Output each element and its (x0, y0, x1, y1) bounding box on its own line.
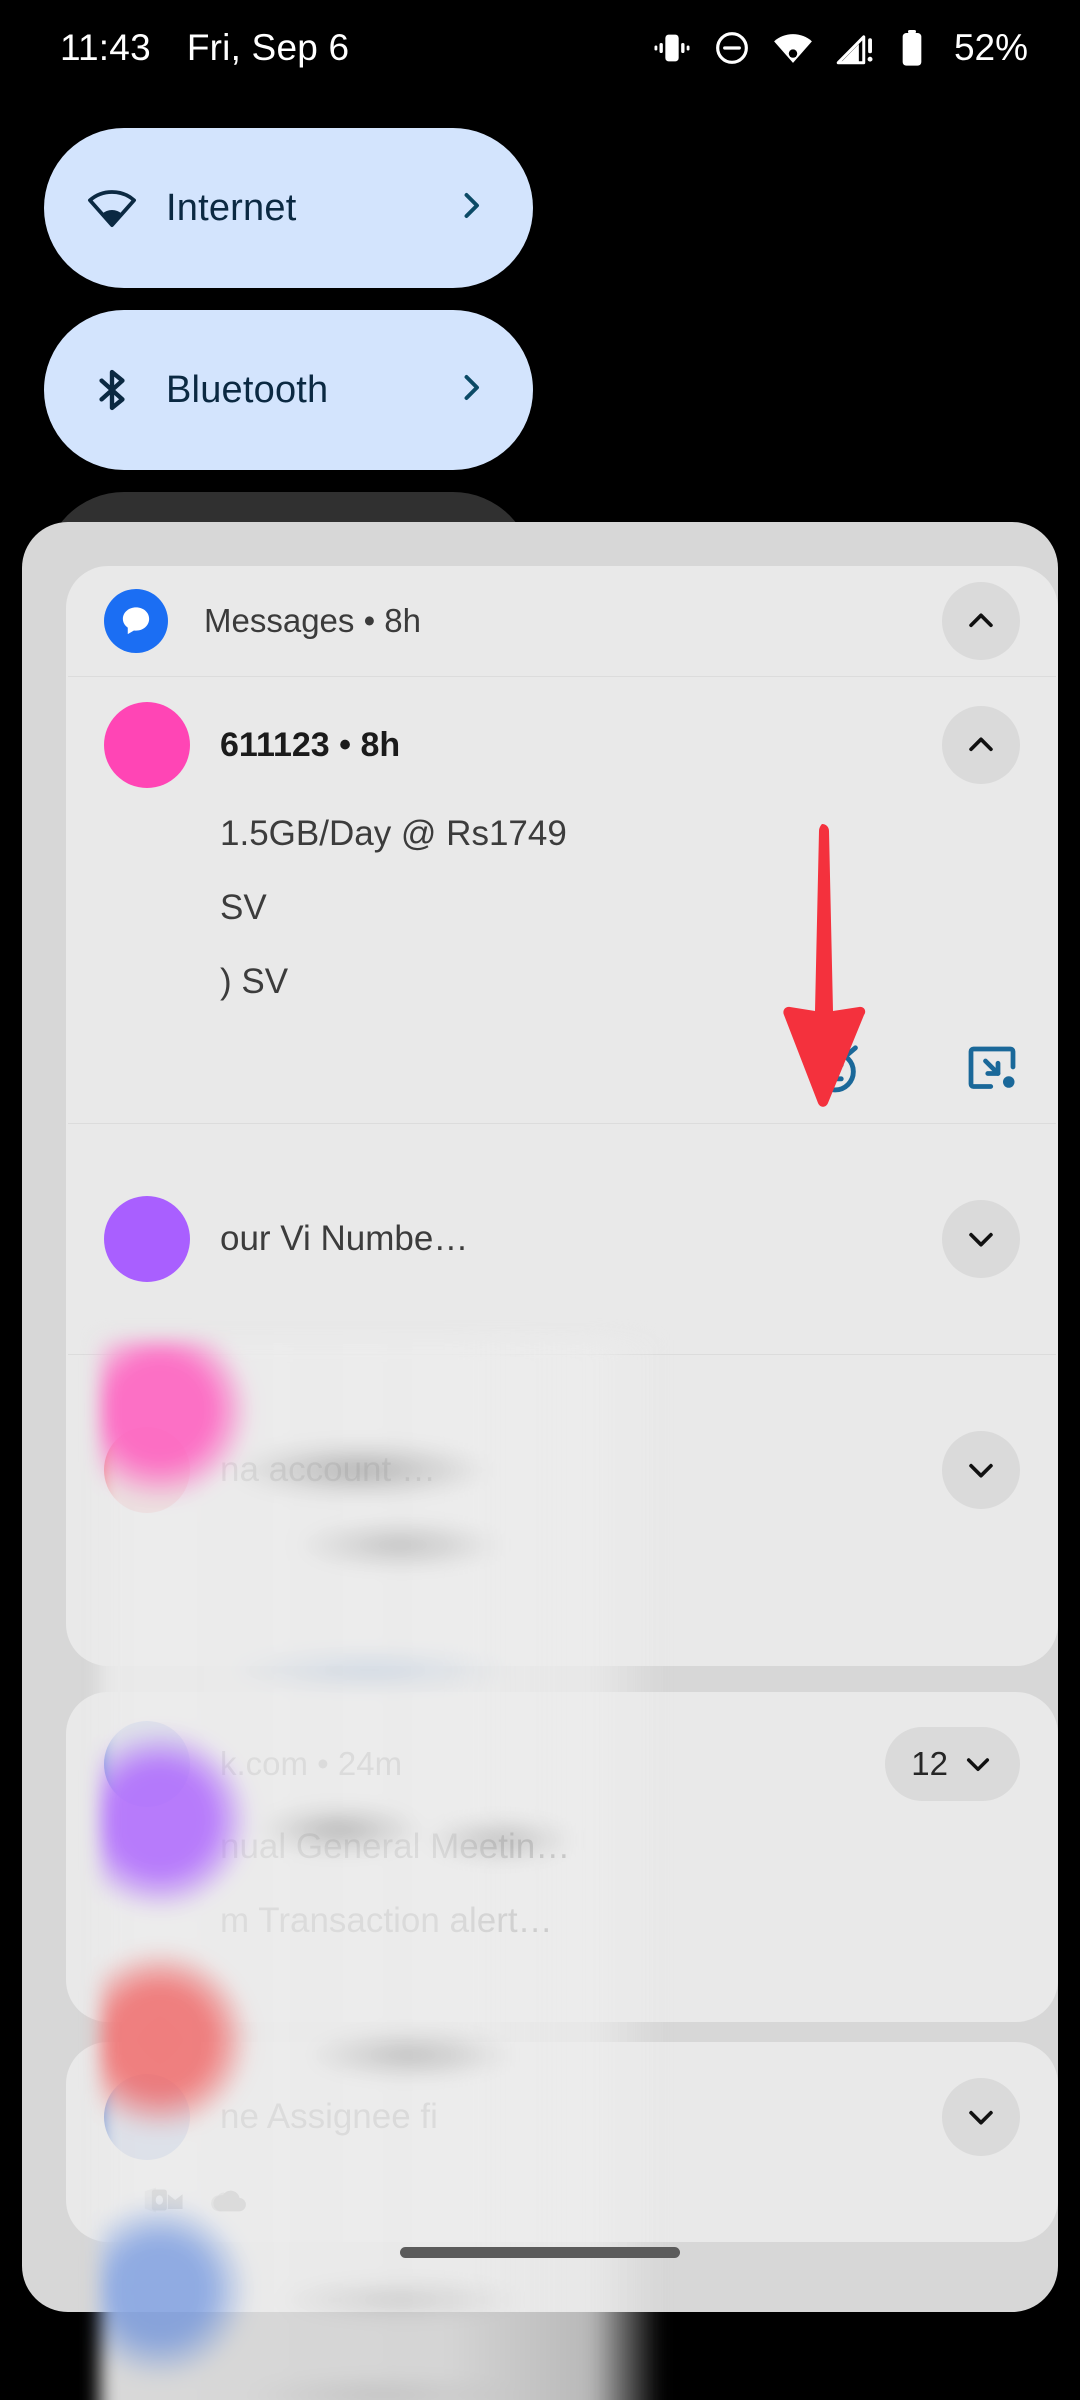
notification-item-611123[interactable]: 611123 • 8h 1.5GB/Day @ Rs1749 SV ) SV (66, 677, 1058, 1123)
notification-preview: our Vi Numbe… (220, 1219, 469, 1258)
group-header-messages[interactable]: Messages • 8h (66, 566, 1058, 676)
status-bar-right: 52% (652, 27, 1028, 69)
bubble-icon[interactable] (962, 1037, 1022, 1099)
status-date: Fri, Sep 6 (186, 27, 350, 68)
notification-line: 1.5GB/Day @ Rs1749 (220, 814, 567, 853)
qs-tile-bluetooth[interactable]: Bluetooth (44, 310, 533, 470)
expand-notification-button[interactable] (942, 1200, 1020, 1278)
battery-icon (902, 30, 922, 66)
notification-preview: ne Assignee fi (220, 2097, 438, 2136)
chevron-right-icon[interactable] (453, 188, 489, 229)
avatar (104, 702, 190, 788)
group-header-label: Messages • 8h (204, 602, 421, 639)
avatar (104, 1427, 190, 1513)
notification-count-badge: 12 (911, 1745, 948, 1782)
notification-item-account[interactable]: na account … (66, 1355, 1058, 1585)
avatar (104, 2074, 190, 2160)
messages-icon (104, 589, 168, 653)
notification-line: SV (220, 888, 267, 927)
annotation-arrow-icon (783, 824, 866, 1107)
notification-item-vi-number[interactable]: our Vi Numbe… (66, 1124, 1058, 1354)
avatar (104, 1196, 190, 1282)
notification-header: 611123 • 8h (104, 693, 1020, 797)
notification-shade: Messages • 8h 611123 • 8h 1.5GB/Day @ Rs… (22, 522, 1058, 2400)
notification-title: k.com • 24m (220, 1745, 403, 1782)
notification-title: 611123 • 8h (220, 725, 401, 764)
bluetooth-icon (86, 364, 138, 416)
notification-body: 1.5GB/Day @ Rs1749 SV ) SV (104, 797, 1020, 1019)
expand-group-button[interactable]: 12 (885, 1727, 1020, 1801)
status-bar: 11:43 Fri, Sep 6 52% (0, 0, 1080, 96)
collapse-notification-button[interactable] (942, 706, 1020, 784)
do-not-disturb-icon (716, 32, 748, 64)
notification-line: m Transaction alert… (220, 1901, 553, 1940)
mail-notification[interactable]: k.com • 24m 12 nual General Meetin… m Tr… (66, 1692, 1058, 1958)
collapse-group-button[interactable] (942, 582, 1020, 660)
navigation-bar (22, 2192, 1058, 2312)
status-time: 11:43 (60, 27, 151, 68)
notification-group-mail[interactable]: k.com • 24m 12 nual General Meetin… m Tr… (66, 1692, 1058, 2022)
vibrate-icon (654, 34, 690, 62)
notification-group-messages[interactable]: Messages • 8h 611123 • 8h 1.5GB/Day @ Rs… (66, 566, 1058, 1666)
notification-line: ) SV (220, 962, 289, 1001)
notification-header: k.com • 24m 12 (104, 1718, 1020, 1810)
cellular-signal-alert-icon (836, 35, 873, 65)
notification-body: nual General Meetin… m Transaction alert… (104, 1810, 1020, 1958)
avatar (104, 1721, 190, 1807)
wifi-icon (86, 182, 138, 234)
qs-tile-label: Bluetooth (166, 368, 329, 411)
status-bar-left: 11:43 Fri, Sep 6 (60, 27, 349, 69)
chevron-right-icon[interactable] (453, 370, 489, 411)
work-notification[interactable]: ne Assignee fi (66, 2042, 1058, 2192)
notification-line: nual General Meetin… (220, 1827, 571, 1866)
phone-screen: 11:43 Fri, Sep 6 52% Internet Bluetooth … (0, 0, 1080, 2400)
wifi-icon (774, 34, 812, 63)
expand-notification-button[interactable] (942, 2078, 1020, 2156)
battery-percent: 52% (953, 27, 1028, 68)
gesture-pill[interactable] (400, 2246, 680, 2258)
expand-notification-button[interactable] (942, 1431, 1020, 1509)
notification-preview: na account … (220, 1450, 436, 1489)
notification-actions (104, 1019, 1020, 1123)
qs-tile-internet[interactable]: Internet (44, 128, 533, 288)
qs-tile-label: Internet (166, 186, 297, 229)
